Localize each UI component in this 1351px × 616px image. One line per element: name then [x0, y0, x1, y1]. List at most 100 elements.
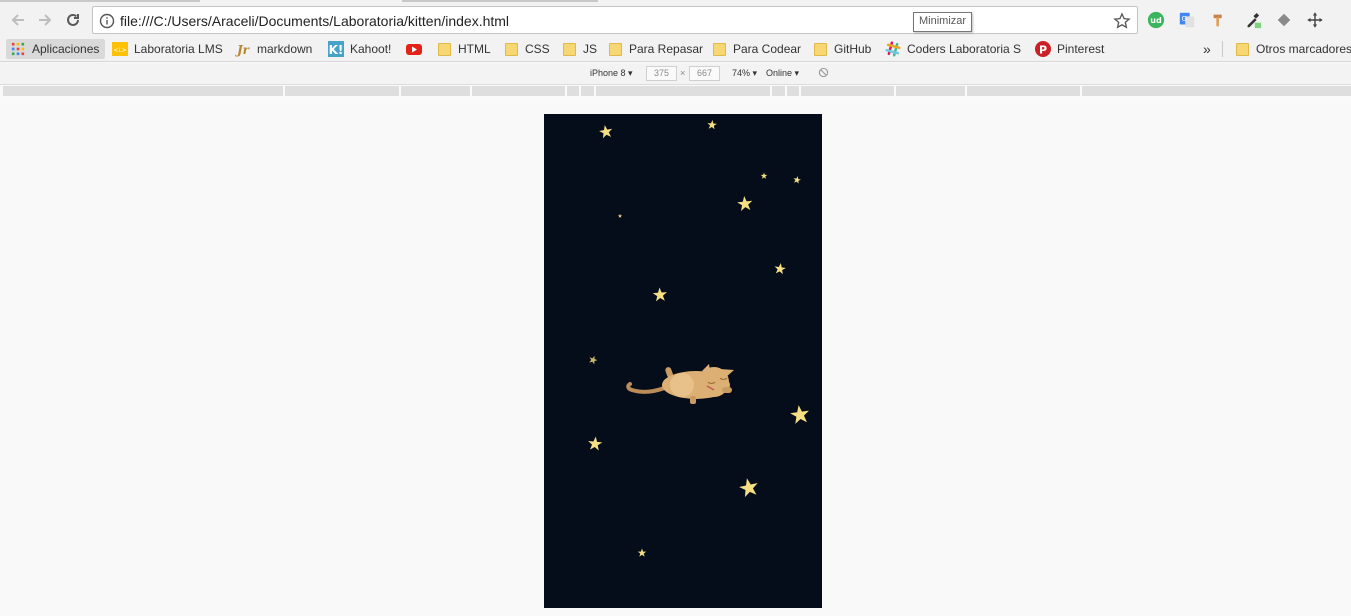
- bookmarks-overflow-button[interactable]: »: [1203, 39, 1211, 59]
- bookmark-coders-laboratoria[interactable]: Coders Laboratoria S: [885, 39, 1021, 59]
- media-query-segment[interactable]: [567, 86, 579, 96]
- media-query-segment[interactable]: [401, 86, 470, 96]
- svg-text:P: P: [1039, 44, 1047, 57]
- bookmark-folder-github[interactable]: GitHub: [812, 39, 871, 59]
- bookmark-apps[interactable]: Aplicaciones: [6, 39, 106, 59]
- zoom-select[interactable]: 74% ▾: [732, 68, 757, 79]
- tab-edge: [402, 0, 598, 2]
- bookmark-label: Pinterest: [1057, 42, 1105, 56]
- bookmark-pinterest[interactable]: P Pinterest: [1035, 39, 1104, 59]
- reload-icon: [67, 13, 79, 26]
- media-query-segment[interactable]: [801, 86, 894, 96]
- tab-edge: [0, 0, 200, 2]
- svg-text:ud: ud: [1150, 15, 1162, 25]
- hammer-icon[interactable]: [1209, 10, 1229, 30]
- bookmark-star-icon[interactable]: [1113, 12, 1131, 30]
- kahoot-icon: K!: [328, 41, 344, 57]
- network-throttle-select[interactable]: Online ▾: [766, 68, 799, 79]
- svg-text:G: G: [1182, 14, 1188, 23]
- kitten-paw: [690, 396, 696, 404]
- folder-icon: [711, 41, 727, 57]
- star-icon: [773, 262, 787, 275]
- info-icon[interactable]: [99, 13, 115, 29]
- star-icon: [598, 123, 614, 139]
- forward-arrow-icon: [39, 14, 52, 26]
- dropdown-arrow-icon: ▾: [628, 68, 633, 78]
- device-select[interactable]: iPhone 8 ▾: [590, 68, 633, 79]
- media-query-segment[interactable]: [967, 86, 1080, 96]
- markdown-icon: Jr: [235, 41, 251, 57]
- url-text: file:///C:/Users/Araceli/Documents/Labor…: [120, 13, 510, 29]
- forward-button[interactable]: [33, 8, 57, 32]
- rotate-icon[interactable]: [818, 67, 829, 80]
- svg-text:<L>: <L>: [113, 47, 126, 54]
- back-arrow-icon: [11, 14, 24, 26]
- bookmark-youtube[interactable]: [406, 39, 428, 59]
- bookmark-folder-para-codear[interactable]: Para Codear: [711, 39, 801, 59]
- media-query-segment[interactable]: [596, 86, 770, 96]
- svg-text:Jr: Jr: [235, 43, 251, 57]
- bookmark-label: markdown: [257, 42, 313, 56]
- device-toolbar: iPhone 8 ▾ 375 × 667 74% ▾ Online ▾: [0, 63, 1351, 85]
- media-query-segment[interactable]: [581, 86, 594, 96]
- network-value: Online: [766, 68, 793, 78]
- media-query-segment[interactable]: [285, 86, 399, 96]
- bookmark-folder-html[interactable]: HTML: [436, 39, 491, 59]
- bookmark-label: Laboratoria LMS: [134, 42, 223, 56]
- browser-toolbar: file:///C:/Users/Araceli/Documents/Labor…: [0, 4, 1351, 36]
- bookmark-label: Aplicaciones: [32, 42, 100, 56]
- media-query-segment[interactable]: [1082, 86, 1351, 96]
- udemy-icon[interactable]: ud: [1146, 10, 1166, 30]
- viewport-width-input[interactable]: 375: [646, 66, 677, 81]
- bookmark-folder-css[interactable]: CSS: [503, 39, 550, 59]
- bookmarks-divider: [1222, 41, 1223, 57]
- bookmark-markdown[interactable]: Jr markdown: [235, 39, 312, 59]
- device-screen: [544, 114, 822, 608]
- bookmark-label: GitHub: [834, 42, 872, 56]
- youtube-icon: [406, 41, 422, 57]
- eyedropper-icon[interactable]: [1243, 10, 1263, 30]
- night-sky-scene: [587, 119, 811, 557]
- laboratoria-icon: <L>: [112, 41, 128, 57]
- star-icon: [637, 548, 647, 557]
- move-icon[interactable]: [1305, 10, 1325, 30]
- bookmark-label: Para Codear: [733, 42, 802, 56]
- bookmark-folder-para-repasar[interactable]: Para Repasar: [607, 39, 703, 59]
- media-query-segment[interactable]: [772, 86, 785, 96]
- bookmark-laboratoria-lms[interactable]: <L> Laboratoria LMS: [112, 39, 223, 59]
- bookmark-label: Kahoot!: [350, 42, 392, 56]
- folder-icon: [812, 41, 828, 57]
- star-icon: [587, 354, 599, 365]
- folder-icon: [561, 41, 577, 57]
- svg-text:K!: K!: [329, 43, 344, 57]
- reload-button[interactable]: [61, 8, 85, 32]
- bookmark-other-folder[interactable]: Otros marcadores: [1234, 39, 1351, 59]
- media-query-segment[interactable]: [472, 86, 565, 96]
- translate-icon[interactable]: G: [1177, 10, 1197, 30]
- viewport-height-input[interactable]: 667: [689, 66, 720, 81]
- star-icon: [706, 119, 718, 130]
- folder-icon: [1234, 41, 1250, 57]
- star-icon: [587, 435, 603, 451]
- layers-icon[interactable]: [1274, 10, 1294, 30]
- star-icon: [792, 175, 802, 184]
- bookmark-label: Coders Laboratoria S: [907, 42, 1022, 56]
- star-icon: [652, 287, 668, 302]
- folder-icon: [503, 41, 519, 57]
- address-bar[interactable]: file:///C:/Users/Araceli/Documents/Labor…: [92, 6, 1138, 34]
- media-query-bar[interactable]: [0, 85, 1351, 97]
- back-button[interactable]: [6, 8, 30, 32]
- media-query-segment[interactable]: [787, 86, 799, 96]
- zoom-value: 74%: [732, 68, 751, 78]
- star-icon: [760, 172, 768, 179]
- bookmark-label: HTML: [458, 42, 491, 56]
- star-icon: [737, 476, 760, 498]
- media-query-segment[interactable]: [896, 86, 965, 96]
- media-query-segment[interactable]: [3, 86, 283, 96]
- bookmark-folder-js[interactable]: JS: [561, 39, 597, 59]
- bookmark-kahoot[interactable]: K! Kahoot!: [328, 39, 391, 59]
- kitten-paw: [722, 387, 732, 393]
- bookmarks-bar: Aplicaciones <L> Laboratoria LMS Jr mark…: [0, 36, 1351, 62]
- tooltip: Minimizar: [913, 12, 973, 32]
- star-icon: [617, 213, 623, 218]
